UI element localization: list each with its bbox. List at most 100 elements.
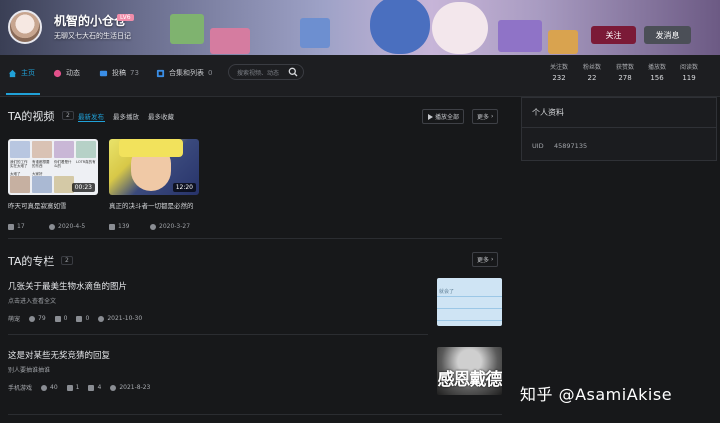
anime-character-hair [119,139,183,157]
meme-panel [76,141,96,158]
article-cover-image[interactable]: 就会了 [437,278,502,326]
play-count-icon [8,223,14,230]
nav-tab-dynamic[interactable]: 动态 [53,68,80,78]
play-all-button[interactable]: 播放全部 [422,109,465,124]
play-count: 139 [118,223,130,230]
publish-date: 2021-10-30 [107,315,143,322]
more-label: 更多 [477,257,490,264]
article-meta: 萌宠 79 0 0 2021-10-30 [8,314,142,323]
cover-line [437,308,502,309]
likes-count: 0 [63,315,68,322]
publish-date: 2021-8-23 [119,384,151,391]
videos-count-badge: 2 [62,111,74,120]
video-title[interactable]: 真正的决斗者一切都是必然的 [109,200,194,210]
banner-gift-decoration [300,18,330,48]
video-plays: 139 [109,223,129,230]
views-count: 40 [50,384,58,391]
stat-fans[interactable]: 粉丝数 22 [574,62,610,82]
cover-line [437,320,502,321]
upload-icon [99,69,108,78]
article-likes: 1 [66,384,80,391]
comment-icon [88,384,95,391]
more-label: 更多 [477,114,490,121]
stat-value: 232 [552,74,566,82]
nav-tab-label: 合集和列表 [169,69,204,77]
article-category: 手机游戏 [8,385,33,392]
article-meta: 手机游戏 40 1 4 2021-8-23 [8,383,150,392]
videos-more-button[interactable]: 更多 › [472,109,499,124]
stat-label: 阅读数 [679,64,698,71]
avatar[interactable] [8,10,42,44]
tab-underline [78,121,105,122]
active-tab-indicator [6,93,40,95]
clock-icon [49,223,55,230]
stat-label: 获赞数 [615,64,634,71]
article-title[interactable]: 几张关于最美生物水滴鱼的图片 [8,280,127,292]
stat-value: 22 [587,74,597,82]
article-comments: 0 [76,315,89,322]
banner-gift-decoration [548,30,578,54]
meme-caption: 有谁都想要的东西 [32,160,50,168]
stat-plays: 播放数 156 [639,62,675,82]
cover-text: 感恩戴德 [437,370,503,390]
tab-latest[interactable]: 最新发布 [78,111,104,121]
cover-line [437,296,502,297]
section-divider [8,414,502,415]
video-date: 2020-4-5 [49,223,85,230]
username: 机智的小仓仓 [54,14,127,28]
watermark-text: 知乎 @AsamiAkise [520,385,673,404]
comment-icon [76,315,83,322]
nav-tab-uploads[interactable]: 投稿 73 [99,68,139,78]
publish-date: 2020-3-27 [159,223,191,230]
video-plays: 17 [8,223,25,230]
follow-button[interactable]: 关注 [591,26,636,44]
articles-section-title: TA的专栏 [8,255,55,268]
stat-reads: 阅读数 119 [671,62,707,82]
video-date: 2020-3-27 [150,223,190,230]
meme-panel [54,141,74,158]
message-button[interactable]: 发消息 [644,26,691,44]
tab-most-favorited[interactable]: 最多收藏 [148,111,174,121]
stat-label: 播放数 [647,64,666,71]
search-placeholder: 搜索视频、动态 [237,69,280,77]
article-title[interactable]: 这是对某些无奖竞猜的回复 [8,349,110,361]
search-icon[interactable] [288,67,298,77]
stat-following[interactable]: 关注数 232 [541,62,577,82]
articles-more-button[interactable]: 更多 › [472,252,499,267]
level-badge: LV6 [117,14,134,21]
nav-tab-label: 动态 [66,69,80,77]
article-subtitle: 别人要抽谁抽谁 [8,367,51,374]
meme-caption: 大家好 [32,172,43,176]
uid-value: 45897135 [554,142,588,150]
nav-tab-count: 0 [208,69,213,77]
stat-label: 粉丝数 [582,64,601,71]
article-views: 40 [41,384,58,391]
article-date: 2021-8-23 [110,384,150,391]
banner-gift-decoration [210,28,250,54]
meme-caption: 我们的工作实在太难了 [10,160,28,168]
uid-label: UID [532,142,544,150]
meme-caption: LOTR真的有 [76,160,96,164]
tab-most-played[interactable]: 最多播放 [113,111,139,121]
banner-gift-decoration [498,20,542,52]
video-thumbnail[interactable]: 12:20 [109,139,199,195]
article-views: 79 [29,315,46,322]
dynamic-icon [53,69,62,78]
nav-tab-collections[interactable]: 合集和列表 0 [156,68,212,78]
article-date: 2021-10-30 [98,315,142,322]
video-thumbnail[interactable]: 我们的工作实在太难了 有谁都想要的东西 你们看是什么的 LOTR真的有 太难了 … [8,139,98,195]
likes-count: 1 [75,384,80,391]
article-cover-image[interactable]: 感恩戴德 [437,347,502,395]
meme-panel [32,176,52,193]
article-subtitle: 点击进入查看全文 [8,298,57,305]
article-likes: 0 [54,315,68,322]
section-divider [8,238,502,239]
stat-value: 156 [650,74,664,82]
stat-likes: 获赞数 278 [607,62,643,82]
search-input[interactable]: 搜索视频、动态 [228,64,304,80]
comments-count: 0 [85,315,90,322]
nav-tab-home[interactable]: 主页 [8,68,35,78]
video-duration: 12:20 [172,183,196,192]
video-title[interactable]: 昨天可真是寂寞如雪 [8,200,67,210]
cover-caption: 就会了 [439,289,455,295]
